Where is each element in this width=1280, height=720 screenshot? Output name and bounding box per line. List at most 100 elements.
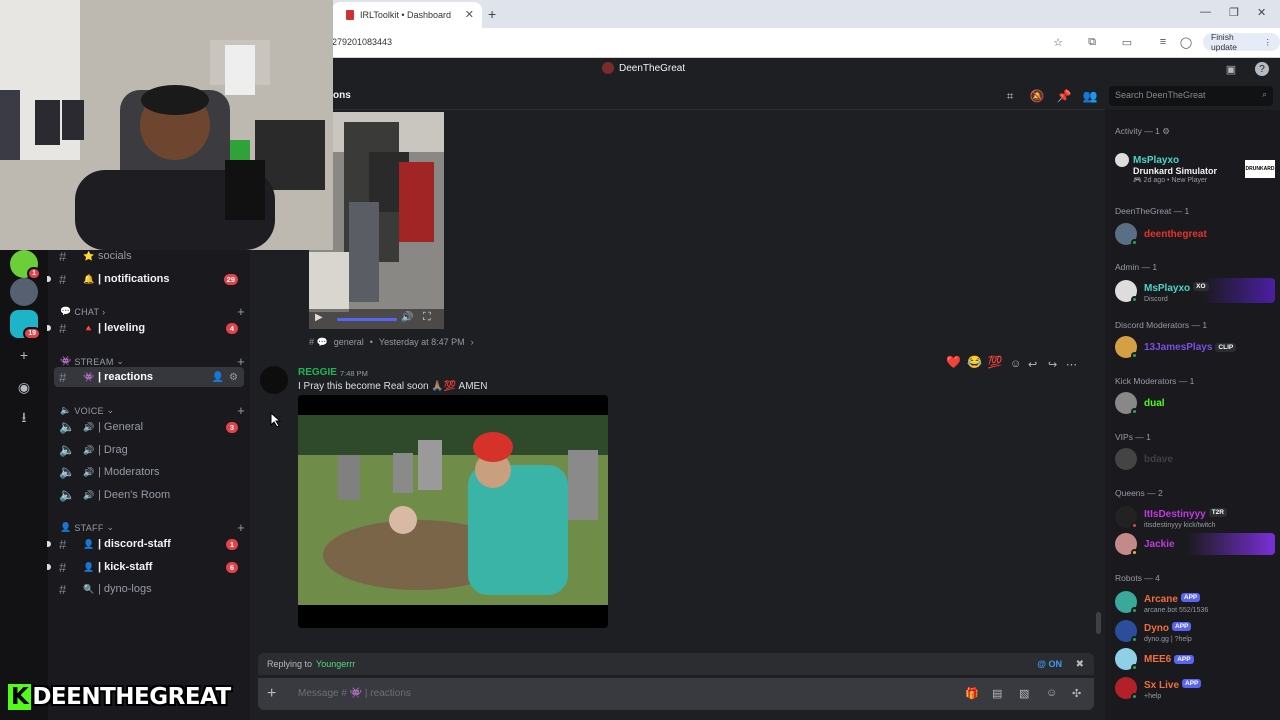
download-icon[interactable]: ⭳: [14, 409, 34, 429]
server-title: DeenTheGreat: [602, 62, 685, 74]
channel-kick-staff[interactable]: # 👤 | kick-staff 6: [54, 557, 244, 577]
message-input[interactable]: Message # 👾 | reactions: [298, 688, 411, 699]
reaction-heart[interactable]: ❤️: [946, 355, 961, 369]
channel-label: | Drag: [98, 444, 128, 456]
activity-card[interactable]: MsPlayxo Drunkard Simulator 🎮 2d ago • N…: [1115, 150, 1275, 188]
gift-icon[interactable]: 🎁: [965, 687, 979, 700]
add-channel-icon[interactable]: +: [237, 304, 245, 319]
profile-icon[interactable]: ◯: [1179, 35, 1193, 49]
mention-badge: 3: [226, 421, 238, 433]
member-item[interactable]: Jackie: [1115, 533, 1275, 556]
volume-icon[interactable]: 🔊: [401, 312, 413, 323]
channel-dyno-logs[interactable]: # 🔍 | dyno-logs: [54, 579, 244, 599]
reply-icon[interactable]: ↩: [1028, 358, 1037, 371]
member-item[interactable]: deenthegreat: [1115, 223, 1275, 246]
channel-notifications[interactable]: # 🔔 | notifications 29: [54, 269, 244, 289]
emoji-icon[interactable]: ☺: [1046, 687, 1057, 699]
gif-icon[interactable]: ▤: [992, 687, 1002, 700]
play-icon[interactable]: ▶: [315, 312, 323, 323]
reaction-100[interactable]: 💯: [988, 355, 1003, 369]
fullscreen-icon[interactable]: ⛶: [423, 311, 431, 324]
search-input[interactable]: Search DeenTheGreat ⌕: [1109, 86, 1273, 106]
add-reaction-icon[interactable]: ☺: [1010, 358, 1021, 370]
mention-toggle[interactable]: @ ON: [1037, 659, 1062, 669]
member-name: Dyno: [1144, 623, 1169, 634]
voice-deens-room[interactable]: 🔈 🔊 | Deen's Room: [54, 485, 244, 505]
member-item[interactable]: Sx Live APP +help: [1115, 675, 1275, 700]
replying-user[interactable]: Youngerrr: [316, 659, 355, 669]
app-tag: APP: [1172, 622, 1192, 632]
inbox-icon[interactable]: ▣: [1224, 62, 1238, 76]
minimize-icon[interactable]: —: [1200, 6, 1211, 18]
image-attachment[interactable]: [298, 395, 608, 628]
more-options-icon[interactable]: ⋯: [1066, 358, 1077, 371]
voice-drag[interactable]: 🔈 🔊 | Drag: [54, 440, 244, 460]
channel-reactions[interactable]: # 👾 | reactions 👤 ⚙: [54, 367, 244, 387]
add-channel-icon[interactable]: +: [237, 403, 245, 418]
server-icon-2[interactable]: [10, 278, 38, 306]
role-header: Admin — 1: [1115, 262, 1158, 272]
sticker-icon[interactable]: ▧: [1019, 687, 1029, 700]
channel-leveling[interactable]: # 🔺 | leveling 4: [54, 318, 244, 338]
reaction-laugh[interactable]: 😂: [967, 355, 982, 369]
voice-general[interactable]: 🔈 🔊 | General 3: [54, 417, 244, 437]
hash-icon: #: [59, 369, 67, 385]
forward-icon[interactable]: ↪: [1048, 358, 1057, 371]
cancel-reply-icon[interactable]: ✖: [1076, 659, 1084, 670]
member-item[interactable]: ItIsDestinyyy T2R itisdestinyyy kick/twit…: [1115, 504, 1275, 529]
scrollbar-thumb[interactable]: [1096, 612, 1101, 634]
close-tab-icon[interactable]: ✕: [465, 8, 474, 21]
member-item[interactable]: dual: [1115, 392, 1275, 415]
new-tab-icon[interactable]: +: [488, 6, 496, 22]
channel-header: [250, 82, 1105, 110]
member-item[interactable]: 13JamesPlays CLIP: [1115, 336, 1275, 359]
apps-icon[interactable]: ✣: [1072, 687, 1081, 700]
help-icon[interactable]: ?: [1255, 62, 1269, 76]
media-icon[interactable]: ≡: [1156, 35, 1170, 49]
restore-icon[interactable]: ❐: [1229, 6, 1239, 19]
member-item[interactable]: MsPlayxo XO Discord: [1115, 278, 1275, 303]
settings-gear-icon[interactable]: ⚙: [229, 372, 238, 383]
server-icon-3[interactable]: 19: [10, 310, 41, 340]
member-item[interactable]: Dyno APP dyno.gg | ?help: [1115, 618, 1275, 643]
mention-badge: 29: [223, 273, 238, 285]
server-icon-1[interactable]: 1: [10, 250, 41, 280]
video-controls[interactable]: ▶ 🔊 ⛶: [309, 309, 444, 329]
category-chat[interactable]: 💬 CHAT › +: [60, 304, 245, 319]
forward-meta[interactable]: # 💬 general • Yesterday at 8:47 PM ›: [309, 337, 474, 348]
pin-icon[interactable]: 📌: [1057, 89, 1072, 103]
voice-moderators[interactable]: 🔈 🔊 | Moderators: [54, 462, 244, 482]
cast-icon[interactable]: ▭: [1120, 35, 1134, 49]
channel-discord-staff[interactable]: # 👤 | discord-staff 1: [54, 534, 244, 554]
url-text[interactable]: 279201083443: [332, 37, 392, 47]
avatar[interactable]: [260, 366, 288, 394]
message-reactions[interactable]: ❤️ 😂 💯: [946, 355, 1003, 369]
video-progress[interactable]: [337, 318, 397, 321]
extensions-icon[interactable]: ⧉: [1085, 35, 1099, 49]
category-voice[interactable]: 🔈 VOICE ⌄ +: [60, 403, 245, 418]
chevron-down-icon: ⌄: [113, 356, 125, 366]
threads-icon[interactable]: ⌗: [1003, 89, 1017, 103]
window-close-icon[interactable]: ✕: [1257, 6, 1266, 19]
browser-tab[interactable]: IRLToolkit • Dashboard ✕: [332, 2, 482, 28]
channel-label: | Deen's Room: [98, 489, 171, 501]
member-status: arcane.bot 552/1536: [1144, 607, 1209, 614]
mute-bell-icon[interactable]: 🔕: [1030, 89, 1045, 103]
speaker-icon: 🔊: [83, 489, 95, 500]
member-list-icon[interactable]: 👥: [1083, 89, 1098, 103]
member-item[interactable]: Arcane APP arcane.bot 552/1536: [1115, 589, 1275, 614]
separator: •: [369, 337, 373, 347]
add-server-icon[interactable]: +: [14, 345, 34, 365]
attach-plus-icon[interactable]: +: [267, 685, 276, 703]
finish-update-button[interactable]: Finish update ⋮: [1203, 32, 1280, 52]
explore-icon[interactable]: ◉: [14, 377, 34, 397]
member-item[interactable]: bdave: [1115, 448, 1275, 470]
category-staff[interactable]: 👤 STAFF ⌄ +: [60, 520, 245, 535]
bookmark-star-icon[interactable]: ☆: [1051, 35, 1065, 49]
invite-icon[interactable]: 👤: [212, 372, 224, 383]
add-channel-icon[interactable]: +: [237, 520, 245, 535]
member-item[interactable]: MEE6 APP: [1115, 648, 1275, 671]
mention-badge: 4: [226, 322, 238, 334]
gear-icon[interactable]: ⚙: [1162, 126, 1170, 136]
message-author[interactable]: REGGIE: [298, 367, 337, 378]
